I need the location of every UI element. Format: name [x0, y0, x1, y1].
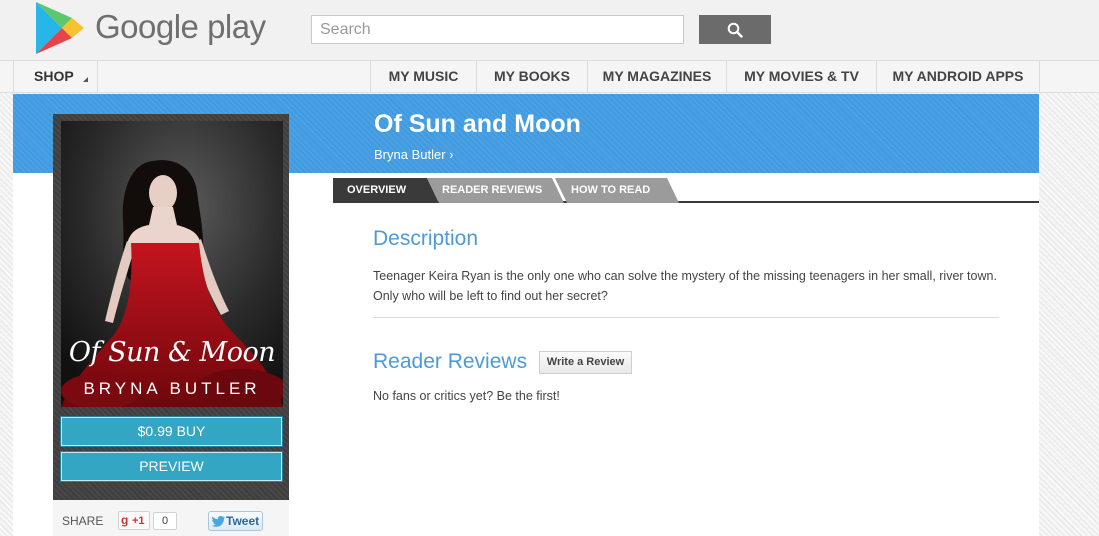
nav-my-music[interactable]: MY MUSIC — [370, 61, 476, 92]
tweet-label: Tweet — [226, 514, 260, 528]
write-review-button[interactable]: Write a Review — [539, 351, 632, 374]
play-store-icon — [36, 2, 84, 54]
plus-one-count: 0 — [153, 512, 177, 530]
shop-menu[interactable]: SHOP — [13, 61, 98, 92]
google-plus-icon: g — [121, 513, 129, 527]
dropdown-caret-icon — [83, 77, 88, 82]
tab-how-to-read[interactable]: HOW TO READ — [557, 178, 650, 203]
buy-button[interactable]: $0.99 BUY — [60, 416, 283, 447]
book-title: Of Sun and Moon — [374, 110, 581, 138]
description-heading: Description — [373, 227, 479, 250]
tweet-button[interactable]: Tweet — [208, 511, 263, 531]
share-label: SHARE — [62, 514, 104, 528]
google-play-logo[interactable]: Google play — [34, 0, 274, 56]
brand-wordmark: Google play — [95, 8, 266, 45]
main-nav: SHOP MY MUSIC MY BOOKS MY MAGAZINES MY M… — [0, 60, 1099, 93]
book-cover[interactable]: Of Sun & Moon BRYNA BUTLER — [61, 121, 283, 407]
twitter-bird-icon — [212, 516, 225, 527]
tab-reader-reviews[interactable]: READER REVIEWS — [428, 178, 542, 203]
section-divider — [373, 317, 999, 318]
search-icon — [727, 22, 743, 38]
cover-title-text: Of Sun & Moon — [68, 337, 276, 368]
search-input[interactable] — [311, 15, 684, 44]
author-link[interactable]: Bryna Butler › — [374, 147, 453, 162]
plus-one-label: +1 — [132, 515, 145, 527]
tab-overview[interactable]: OVERVIEW — [333, 178, 406, 203]
top-bar: Google play — [0, 0, 1099, 60]
search-button[interactable] — [699, 15, 771, 44]
nav-my-books[interactable]: MY BOOKS — [476, 61, 587, 92]
nav-my-movies-tv[interactable]: MY MOVIES & TV — [726, 61, 876, 92]
no-reviews-text: No fans or critics yet? Be the first! — [373, 389, 560, 403]
reader-reviews-heading: Reader Reviews — [373, 350, 528, 373]
shop-label: SHOP — [34, 68, 74, 84]
cover-author-text: BRYNA BUTLER — [83, 379, 261, 398]
description-text: Teenager Keira Ryan is the only one who … — [373, 269, 997, 303]
google-plus-one-button[interactable]: g +1 — [118, 511, 150, 530]
nav-my-magazines[interactable]: MY MAGAZINES — [587, 61, 726, 92]
nav-my-android-apps[interactable]: MY ANDROID APPS — [876, 61, 1040, 92]
preview-button[interactable]: PREVIEW — [60, 451, 283, 482]
